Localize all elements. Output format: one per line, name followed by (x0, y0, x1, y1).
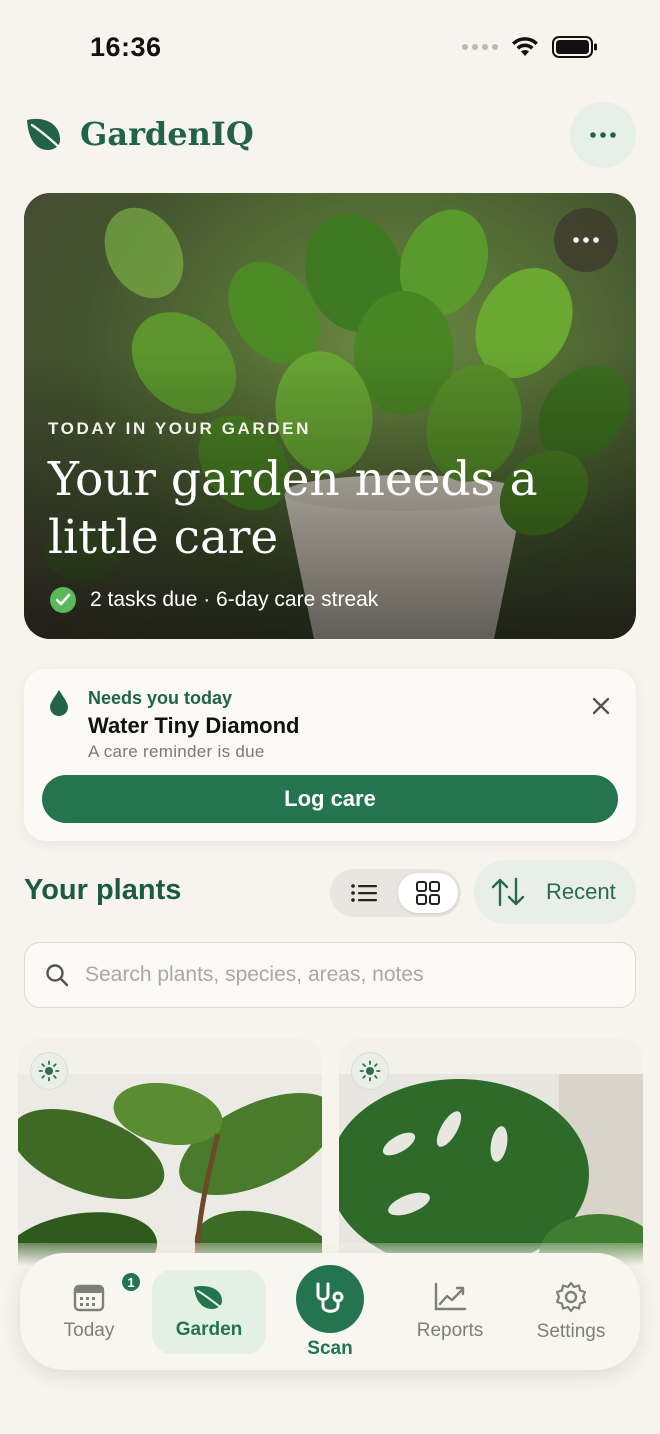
hero-card[interactable]: TODAY IN YOUR GARDEN Your garden needs a… (24, 193, 636, 639)
list-icon (351, 884, 377, 902)
view-mode-toggle (330, 869, 461, 917)
grid-view-button[interactable] (398, 873, 458, 913)
water-drop-icon (50, 690, 68, 716)
tab-settings-label: Settings (536, 1320, 606, 1342)
reminder-subtitle: A care reminder is due (88, 742, 265, 761)
app-header: GardenIQ (24, 100, 636, 170)
stethoscope-icon (316, 1282, 344, 1313)
status-bar: 16:36 (0, 0, 660, 96)
tab-settings[interactable]: Settings (516, 1253, 626, 1370)
search-input[interactable] (85, 963, 605, 987)
leaf-logo-icon (27, 118, 66, 154)
wifi-icon (512, 37, 538, 56)
status-time: 16:36 (90, 32, 162, 62)
calendar-icon (73, 1284, 105, 1311)
app-name: GardenIQ (80, 115, 254, 153)
sort-arrows-icon (491, 877, 525, 907)
grid-icon (416, 881, 440, 905)
hero-eyebrow: TODAY IN YOUR GARDEN (48, 419, 311, 438)
hero-meta-text: 2 tasks due · 6-day care streak (90, 588, 379, 611)
cellular-signal-icon (462, 44, 498, 50)
reminder-title: Water Tiny Diamond (88, 713, 300, 738)
tab-today-label: Today (63, 1319, 115, 1341)
battery-icon (552, 36, 597, 58)
tab-scan-label: Scan (307, 1338, 353, 1359)
hero-more-button[interactable] (554, 208, 618, 272)
app-logo: GardenIQ (24, 114, 254, 154)
chart-icon (434, 1282, 467, 1310)
scan-button[interactable] (296, 1265, 364, 1333)
search-icon (46, 964, 69, 987)
sun-icon (351, 1052, 389, 1090)
plant-search-bar (24, 942, 636, 1008)
more-horizontal-icon (590, 132, 616, 138)
tab-today[interactable]: Today 1 (34, 1253, 144, 1370)
list-view-button[interactable] (334, 873, 394, 913)
tab-garden-label: Garden (175, 1319, 243, 1340)
status-icons (462, 36, 598, 58)
close-icon[interactable] (590, 695, 612, 717)
tab-reports[interactable]: Reports (395, 1253, 505, 1370)
check-circle-icon (50, 587, 76, 613)
hero-overlay (24, 193, 636, 639)
more-horizontal-icon (573, 237, 599, 243)
tab-reports-label: Reports (416, 1319, 484, 1341)
hero-meta: 2 tasks due · 6-day care streak (50, 587, 378, 613)
hero-title: Your garden needs a little care (48, 452, 538, 565)
sun-icon (30, 1052, 68, 1090)
bottom-tab-bar: Today 1 Garden Scan Reports Settings (20, 1253, 640, 1370)
care-reminder-card: Needs you today Water Tiny Diamond A car… (24, 669, 636, 841)
gear-icon (555, 1281, 587, 1312)
notification-badge: 1 (120, 1271, 142, 1293)
plants-section-title: Your plants (24, 874, 182, 906)
header-more-button[interactable] (570, 102, 636, 168)
leaf-icon (194, 1286, 225, 1311)
tab-garden[interactable]: Garden (152, 1270, 266, 1354)
sort-label: Recent (546, 879, 616, 904)
log-care-button[interactable]: Log care (42, 775, 618, 823)
sort-button[interactable]: Recent (474, 860, 636, 924)
reminder-eyebrow: Needs you today (88, 688, 233, 708)
